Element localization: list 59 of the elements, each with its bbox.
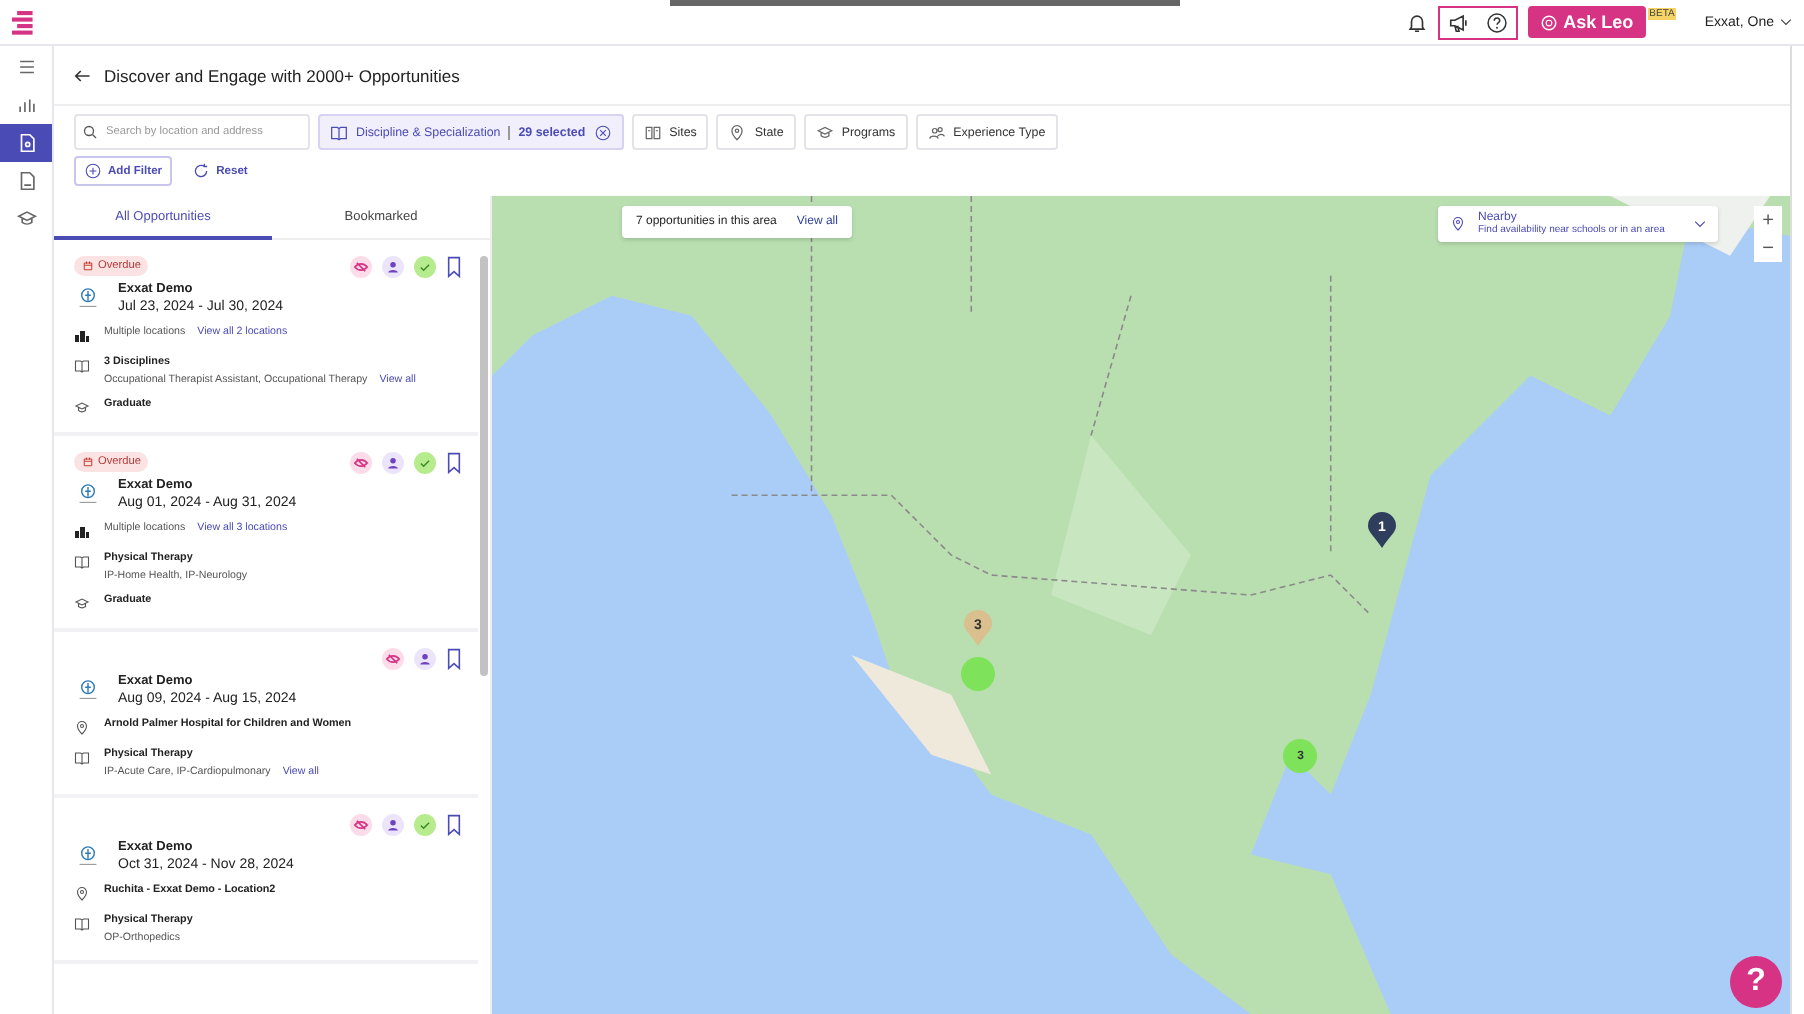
location-pin-icon <box>1450 216 1466 232</box>
sparkle-circle-icon <box>1539 13 1558 31</box>
person-icon[interactable] <box>382 451 404 473</box>
search-icon <box>82 124 98 140</box>
bookmark-icon[interactable] <box>446 451 462 473</box>
buildings-icon <box>74 524 90 540</box>
book-icon <box>74 750 90 766</box>
bell-icon[interactable] <box>1405 11 1428 33</box>
bookmark-icon[interactable] <box>446 255 462 277</box>
person-icon[interactable] <box>382 813 404 835</box>
file-icon <box>15 170 37 192</box>
people-icon <box>927 123 946 141</box>
logo-icon[interactable] <box>12 9 36 35</box>
sidebar-document-item[interactable] <box>0 124 52 162</box>
back-arrow-icon[interactable] <box>72 65 92 85</box>
location-pin-icon <box>74 720 90 736</box>
location-pin-icon <box>728 123 747 141</box>
reset-icon <box>192 162 211 180</box>
menu-icon <box>15 56 37 78</box>
check-icon[interactable] <box>414 255 436 277</box>
hidden-eye-icon[interactable] <box>382 647 404 669</box>
person-icon[interactable] <box>414 647 436 669</box>
bookmark-icon[interactable] <box>446 647 462 669</box>
add-icon <box>84 162 102 180</box>
document-icon <box>15 132 37 154</box>
organization-logo-icon <box>74 842 102 870</box>
help-icon[interactable] <box>1485 11 1508 33</box>
graduation-cap-icon <box>815 123 834 141</box>
bar-chart-icon <box>15 94 37 116</box>
graduation-cap-icon <box>15 208 37 230</box>
check-icon[interactable] <box>414 813 436 835</box>
organization-logo-icon <box>74 676 102 704</box>
ask-leo-button[interactable]: Ask Leo <box>1527 6 1646 38</box>
location-pin-icon <box>74 886 90 902</box>
megaphone-icon[interactable] <box>1447 11 1470 33</box>
organization-logo-icon <box>74 284 102 312</box>
person-icon[interactable] <box>382 255 404 277</box>
graduation-cap-icon <box>74 400 90 416</box>
scrollbar-thumb[interactable] <box>480 256 488 676</box>
page-title: Discover and Engage with 2000+ Opportunities <box>104 65 460 85</box>
book-icon <box>74 358 90 374</box>
clear-icon[interactable] <box>593 123 612 141</box>
building-icon <box>643 123 662 141</box>
bookmark-icon[interactable] <box>446 813 462 835</box>
hidden-eye-icon[interactable] <box>350 813 372 835</box>
book-icon <box>330 123 348 141</box>
organization-logo-icon <box>74 480 102 508</box>
chevron-down-icon <box>1694 220 1706 228</box>
calendar-icon <box>82 456 94 468</box>
graduation-cap-icon <box>74 596 90 612</box>
calendar-icon <box>82 260 94 272</box>
chevron-down-icon <box>1780 18 1792 26</box>
book-icon <box>74 916 90 932</box>
hidden-eye-icon[interactable] <box>350 451 372 473</box>
book-icon <box>74 554 90 570</box>
hidden-eye-icon[interactable] <box>350 255 372 277</box>
check-icon[interactable] <box>414 451 436 473</box>
help-button[interactable]: ? <box>1730 956 1782 1008</box>
buildings-icon <box>74 328 90 344</box>
